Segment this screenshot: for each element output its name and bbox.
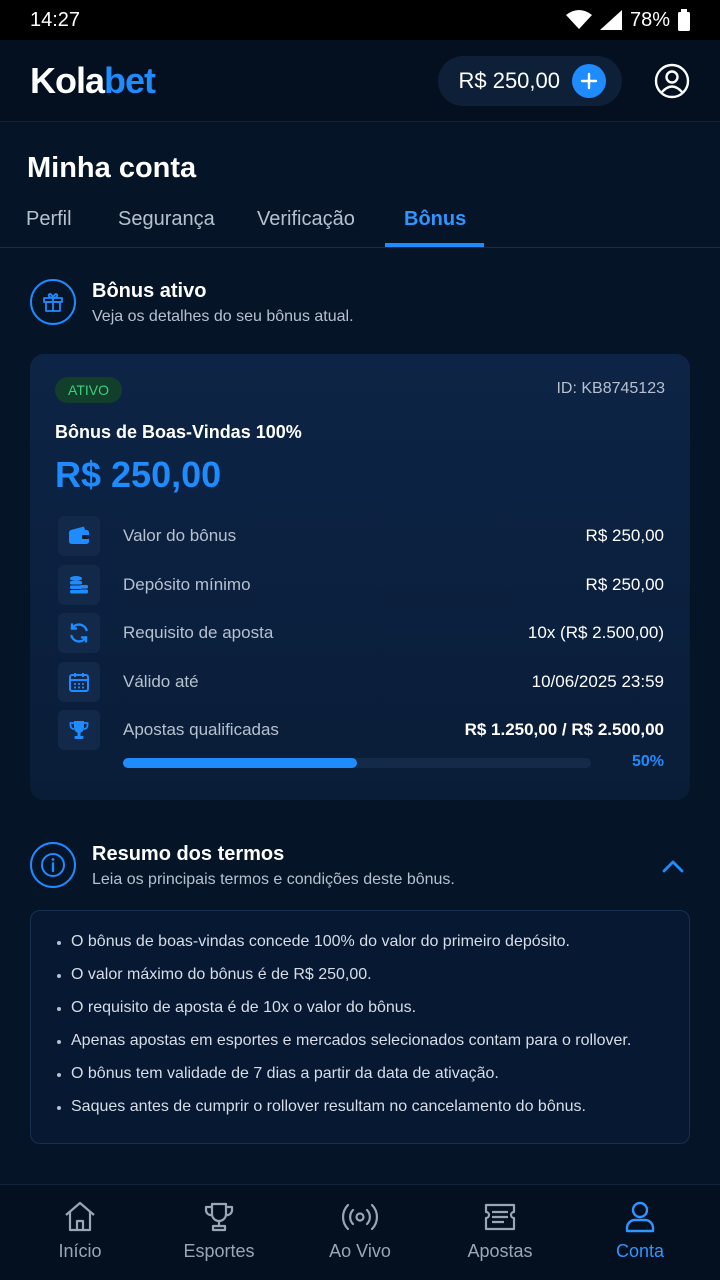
nav-item-apostas[interactable]: Apostas: [430, 1185, 570, 1280]
app-header: Kolabet R$ 250,00: [0, 40, 720, 122]
plus-icon: [580, 72, 598, 89]
live-icon: [341, 1203, 379, 1231]
gift-icon-circle: [30, 279, 76, 325]
bottom-navigation: Início Esportes Ao Vivo Apostas Conta: [0, 1184, 720, 1280]
active-tab-indicator: [385, 243, 484, 247]
trophy-icon: [204, 1202, 234, 1232]
list-item: Saques antes de cumprir o rollover resul…: [57, 1098, 689, 1131]
detail-value: 10x (R$ 2.500,00): [527, 623, 664, 643]
detail-label: Depósito mínimo: [123, 574, 251, 594]
wagering-progress-bar: [123, 758, 591, 768]
detail-label: Valor do bônus: [123, 526, 237, 546]
list-item: Apenas apostas em esportes e mercados se…: [57, 1032, 689, 1065]
tab-bonus[interactable]: Bônus: [404, 208, 466, 231]
account-tabs: Perfil Segurança Verificação Bônus: [0, 196, 720, 248]
nav-item-ao-vivo[interactable]: Ao Vivo: [290, 1185, 430, 1280]
battery-percent: 78%: [629, 8, 670, 31]
nav-item-conta[interactable]: Conta: [570, 1185, 710, 1280]
balance-pill[interactable]: R$ 250,00: [438, 55, 622, 106]
status-bar: 14:27 78%: [0, 0, 720, 40]
signal-icon: [599, 10, 622, 30]
wifi-icon: [565, 10, 592, 29]
coins-icon: [58, 564, 100, 605]
detail-label: Requisito de aposta: [123, 623, 274, 643]
detail-row-deposito: Depósito mínimo R$ 250,00: [58, 561, 664, 610]
detail-label: Apostas qualificadas: [123, 720, 279, 740]
page-title: Minha conta: [27, 152, 197, 184]
calendar-icon: [58, 661, 100, 702]
bonus-card: ATIVO ID: KB8745123 Bônus de Boas-Vindas…: [30, 354, 690, 800]
active-bonus-subtitle: Veja os detalhes do seu bônus atual.: [92, 308, 354, 325]
user-icon: [625, 1201, 655, 1233]
bonus-amount: R$ 250,00: [55, 454, 222, 495]
tab-seguranca[interactable]: Segurança: [118, 208, 215, 231]
detail-row-valor: Valor do bônus R$ 250,00: [58, 512, 664, 561]
deposit-plus-button[interactable]: [572, 63, 606, 98]
info-icon: [41, 853, 65, 877]
gift-icon: [43, 293, 63, 312]
trophy-icon: [58, 710, 100, 751]
refresh-icon: [58, 613, 100, 654]
nav-label: Ao Vivo: [329, 1241, 391, 1261]
tab-verificacao[interactable]: Verificação: [257, 208, 355, 231]
list-item: O bônus tem validade de 7 dias a partir …: [57, 1065, 689, 1098]
nav-item-inicio[interactable]: Início: [10, 1185, 150, 1280]
terms-subtitle: Leia os principais termos e condições de…: [92, 871, 455, 888]
list-item: O requisito de aposta é de 10x o valor d…: [57, 999, 689, 1032]
chevron-up-icon[interactable]: [660, 856, 686, 876]
detail-row-requisito: Requisito de aposta 10x (R$ 2.500,00): [58, 609, 664, 658]
wagering-progress-percent: 50%: [631, 753, 664, 770]
home-icon: [65, 1201, 95, 1232]
balance-amount: R$ 250,00: [458, 67, 560, 93]
detail-value: R$ 250,00: [585, 526, 664, 546]
ticket-icon: [484, 1203, 516, 1231]
nav-label: Conta: [615, 1241, 665, 1261]
wagering-progress-fill: [123, 758, 357, 768]
nav-item-esportes[interactable]: Esportes: [149, 1185, 289, 1280]
list-item: O bônus de boas-vindas concede 100% do v…: [57, 933, 689, 966]
battery-icon: [678, 9, 690, 31]
detail-label: Válido até: [123, 671, 199, 691]
nav-label: Apostas: [467, 1241, 533, 1261]
detail-value: R$ 250,00: [585, 574, 664, 594]
active-bonus-title: Bônus ativo: [92, 280, 207, 302]
status-badge: ATIVO: [55, 377, 122, 403]
wallet-icon: [58, 516, 100, 557]
bonus-details: Valor do bônus R$ 250,00 Depósito mínimo…: [58, 512, 664, 755]
terms-list: O bônus de boas-vindas concede 100% do v…: [30, 910, 690, 1144]
profile-avatar-icon[interactable]: [654, 63, 690, 99]
logo-text-b: bet: [104, 59, 156, 101]
detail-value: R$ 1.250,00 / R$ 2.500,00: [464, 720, 664, 740]
status-indicators: 78%: [565, 8, 690, 32]
bonus-name: Bônus de Boas-Vindas 100%: [55, 422, 302, 442]
kolabet-logo[interactable]: Kolabet: [30, 59, 156, 102]
logo-text-a: Kola: [30, 59, 105, 101]
detail-row-validade: Válido até 10/06/2025 23:59: [58, 658, 664, 707]
terms-title: Resumo dos termos: [92, 843, 285, 865]
detail-row-apostas: Apostas qualificadas R$ 1.250,00 / R$ 2.…: [58, 706, 664, 755]
status-time: 14:27: [30, 8, 81, 31]
detail-value: 10/06/2025 23:59: [531, 671, 664, 691]
bonus-id: ID: KB8745123: [556, 380, 665, 397]
list-item: O valor máximo do bônus é de R$ 250,00.: [57, 966, 689, 999]
tab-perfil[interactable]: Perfil: [26, 208, 72, 231]
nav-label: Esportes: [183, 1241, 255, 1261]
nav-label: Início: [58, 1241, 102, 1261]
info-icon-circle: [30, 842, 76, 888]
